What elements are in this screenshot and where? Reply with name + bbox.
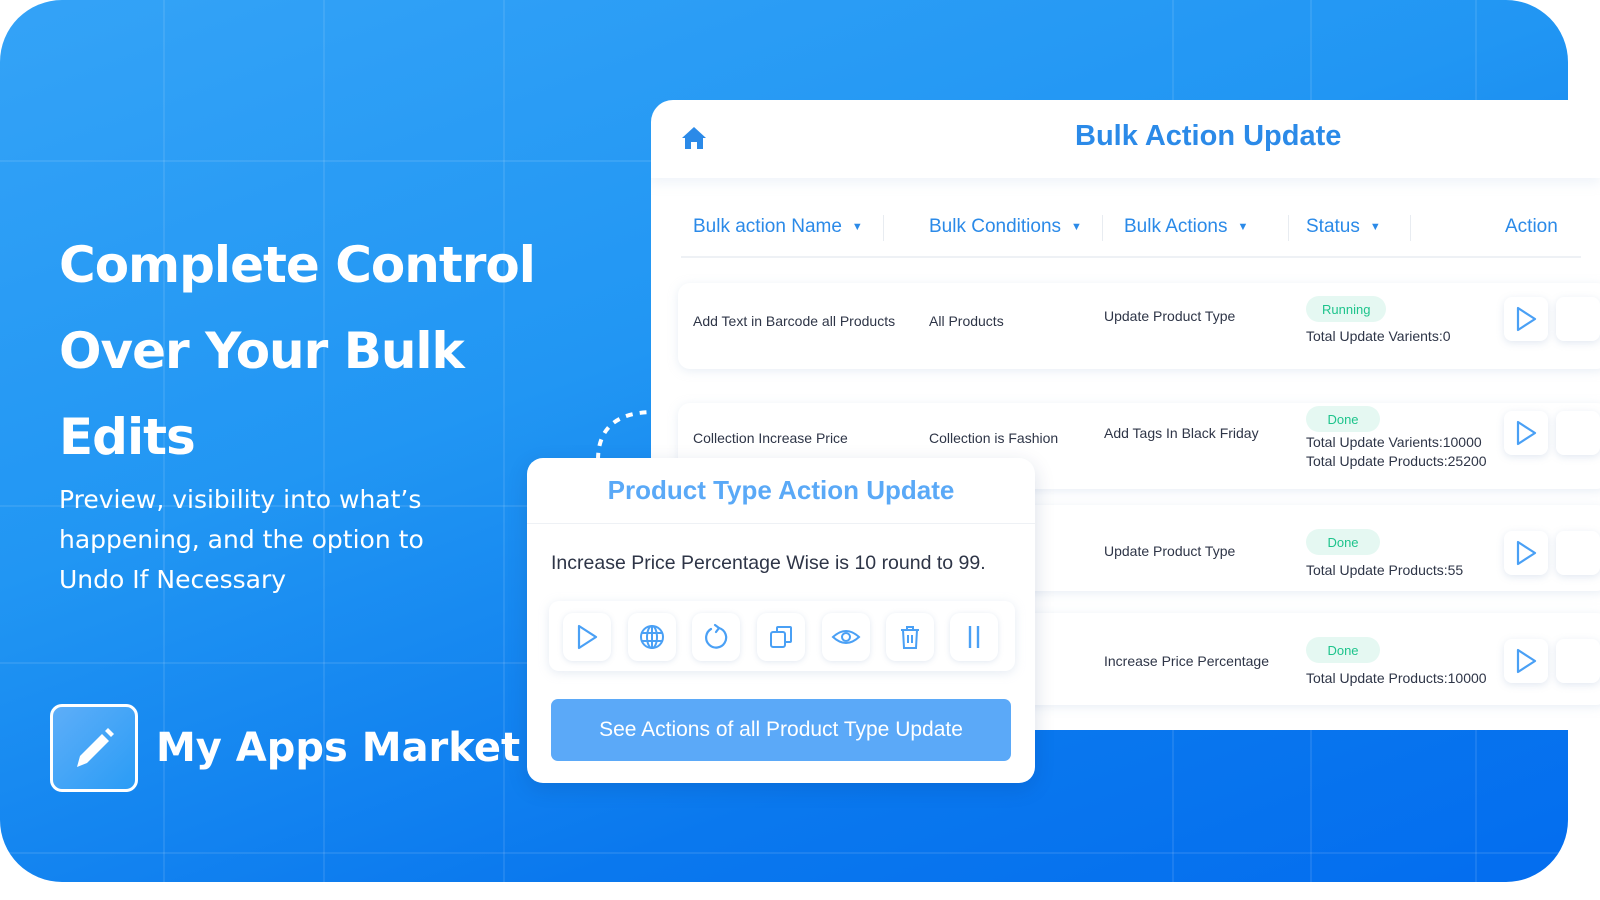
caret-down-icon: ▼ — [1071, 221, 1082, 233]
run-button[interactable] — [1504, 639, 1548, 683]
column-header-name[interactable]: Bulk action Name ▼ — [693, 212, 863, 242]
column-divider — [883, 215, 884, 241]
dashed-arc-decoration — [596, 410, 653, 461]
subtext: Preview, visibility into what’s happenin… — [59, 485, 424, 594]
globe-icon — [640, 625, 664, 649]
row-name: Collection Increase Price — [693, 430, 848, 446]
brand: My Apps Market — [50, 704, 520, 792]
status-detail: Total Update Products:10000 — [1306, 670, 1487, 686]
column-label: Action — [1505, 216, 1558, 237]
more-action-button[interactable] — [1556, 297, 1600, 341]
refresh-icon — [705, 623, 728, 649]
headline-line: Complete Control — [59, 236, 536, 294]
column-label: Bulk Actions — [1124, 216, 1228, 237]
status-detail: Total Update Varients:10000 — [1306, 434, 1482, 450]
panel-header: Bulk Action Update — [651, 100, 1600, 178]
headline: Complete Control Over Your Bulk Edits — [59, 222, 579, 480]
status-detail: Total Update Products:55 — [1306, 562, 1464, 578]
status-badge: Done — [1306, 406, 1380, 432]
play-icon — [1516, 306, 1537, 332]
run-button[interactable] — [1504, 411, 1548, 455]
row-condition: All Products — [929, 313, 1004, 329]
column-divider — [1288, 215, 1289, 241]
column-divider — [1102, 215, 1103, 241]
pause-icon — [968, 626, 980, 648]
product-type-action-card: Product Type Action Update Increase Pric… — [527, 458, 1035, 783]
table-header: Bulk action Name ▼ Bulk Conditions ▼ Bulk … — [681, 212, 1581, 258]
globe-button[interactable] — [628, 613, 676, 661]
table-row[interactable]: Add Text in Barcode all Products All Pro… — [678, 283, 1600, 369]
row-action: Update Product Type — [1104, 543, 1236, 559]
trash-icon — [901, 626, 919, 649]
column-header-status[interactable]: Status ▼ — [1306, 212, 1381, 242]
card-description: Increase Price Percentage Wise is 10 rou… — [551, 552, 986, 574]
preview-button[interactable] — [822, 613, 870, 661]
column-header-action: Action — [1505, 212, 1558, 242]
row-action: Increase Price Percentage — [1104, 653, 1269, 669]
brand-logo — [50, 704, 138, 792]
column-divider — [1410, 215, 1411, 241]
see-all-actions-button[interactable]: See Actions of all Product Type Update — [551, 699, 1011, 761]
copy-icon — [770, 626, 792, 648]
play-icon — [1516, 420, 1537, 446]
row-condition: Collection is Fashion — [929, 430, 1059, 446]
delete-button[interactable] — [886, 613, 934, 661]
column-label: Bulk Conditions — [929, 216, 1062, 237]
column-header-conditions[interactable]: Bulk Conditions ▼ — [929, 212, 1082, 242]
pause-button[interactable] — [950, 613, 998, 661]
caret-down-icon: ▼ — [1369, 221, 1381, 233]
grid-line — [0, 852, 1568, 854]
eye-icon — [831, 630, 861, 644]
column-header-actions[interactable]: Bulk Actions ▼ — [1124, 212, 1248, 242]
card-title: Product Type Action Update — [527, 458, 1035, 524]
column-label: Status — [1306, 216, 1360, 237]
play-icon — [1516, 648, 1537, 674]
more-action-button[interactable] — [1556, 531, 1600, 575]
caret-down-icon: ▼ — [1237, 221, 1249, 233]
status-badge: Running — [1306, 296, 1387, 322]
home-icon[interactable] — [681, 126, 707, 150]
more-action-button[interactable] — [1556, 411, 1600, 455]
undo-button[interactable] — [692, 613, 740, 661]
pencil-icon — [77, 728, 114, 767]
row-name: Add Text in Barcode all Products — [693, 313, 896, 329]
headline-line: Edits — [59, 408, 196, 466]
play-button[interactable] — [563, 613, 611, 661]
more-action-button[interactable] — [1556, 639, 1600, 683]
status-detail: Total Update Varients:0 — [1306, 328, 1451, 344]
play-icon — [1516, 540, 1537, 566]
status-badge: Done — [1306, 529, 1380, 555]
headline-line: Over Your Bulk — [59, 322, 465, 380]
caret-down-icon: ▼ — [851, 221, 863, 233]
run-button[interactable] — [1504, 297, 1548, 341]
play-icon — [577, 624, 598, 650]
panel-title: Bulk Action Update — [1075, 120, 1342, 152]
copy-button[interactable] — [757, 613, 805, 661]
action-toolbar — [549, 601, 1015, 671]
column-label: Bulk action Name — [693, 216, 842, 237]
run-button[interactable] — [1504, 531, 1548, 575]
status-badge: Done — [1306, 637, 1380, 663]
row-action: Add Tags In Black Friday — [1104, 425, 1259, 441]
brand-name: My Apps Market — [156, 725, 521, 771]
status-detail: Total Update Products:25200 — [1306, 453, 1487, 469]
row-action: Update Product Type — [1104, 308, 1236, 324]
